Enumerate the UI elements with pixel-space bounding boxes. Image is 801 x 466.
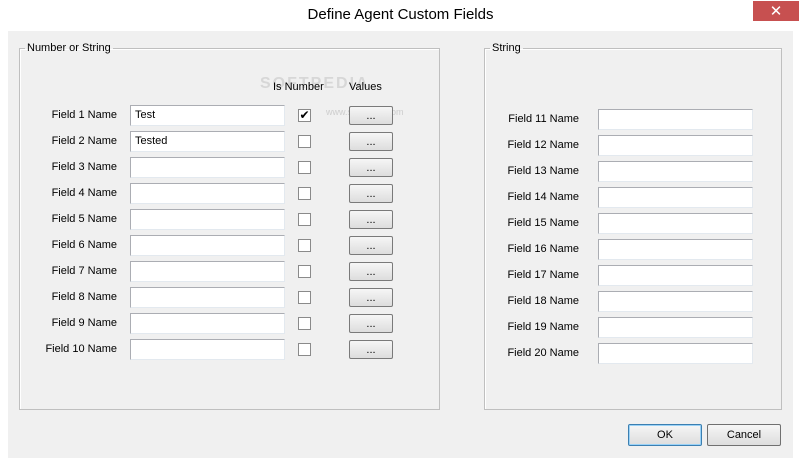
field-1-is-number-checkbox[interactable]: ✔: [298, 109, 311, 122]
field-17-name-input[interactable]: [598, 265, 753, 286]
field-9-is-number-checkbox[interactable]: [298, 317, 311, 330]
field-8-name-input[interactable]: [130, 287, 285, 308]
field-5-label: Field 5 Name: [51, 213, 117, 225]
field-7-label: Field 7 Name: [51, 265, 117, 277]
field-10-name-input[interactable]: [130, 339, 285, 360]
cancel-button-label: Cancel: [726, 429, 762, 441]
string-legend: String: [492, 42, 521, 54]
cancel-button[interactable]: Cancel: [707, 424, 781, 446]
field-19-label: Field 19 Name: [507, 321, 579, 333]
field-9-label: Field 9 Name: [51, 317, 117, 329]
field-7-name-input[interactable]: [130, 261, 285, 282]
field-6-values-button[interactable]: ...: [349, 236, 393, 255]
values-column-header: Values: [349, 81, 382, 93]
field-3-label: Field 3 Name: [51, 161, 117, 173]
field-12-label: Field 12 Name: [507, 139, 579, 151]
field-11-name-input[interactable]: [598, 109, 753, 130]
field-2-values-button[interactable]: ...: [349, 132, 393, 151]
field-2-label: Field 2 Name: [51, 135, 117, 147]
field-14-label: Field 14 Name: [507, 191, 579, 203]
field-8-label: Field 8 Name: [51, 291, 117, 303]
field-10-is-number-checkbox[interactable]: [298, 343, 311, 356]
field-5-name-input[interactable]: [130, 209, 285, 230]
dialog-body: Number or String String SOFTPEDIA www.so…: [8, 31, 793, 458]
field-1-label: Field 1 Name: [51, 109, 117, 121]
field-16-label: Field 16 Name: [507, 243, 579, 255]
field-4-values-button[interactable]: ...: [349, 184, 393, 203]
ok-button-label: OK: [657, 429, 673, 441]
field-9-name-input[interactable]: [130, 313, 285, 334]
field-13-name-input[interactable]: [598, 161, 753, 182]
is-number-column-header: Is Number: [273, 81, 324, 93]
field-10-label: Field 10 Name: [45, 343, 117, 355]
field-18-label: Field 18 Name: [507, 295, 579, 307]
field-6-name-input[interactable]: [130, 235, 285, 256]
field-4-is-number-checkbox[interactable]: [298, 187, 311, 200]
field-3-is-number-checkbox[interactable]: [298, 161, 311, 174]
field-9-values-button[interactable]: ...: [349, 314, 393, 333]
field-1-values-button[interactable]: ...: [349, 106, 393, 125]
field-20-name-input[interactable]: [598, 343, 753, 364]
field-18-name-input[interactable]: [598, 291, 753, 312]
field-10-values-button[interactable]: ...: [349, 340, 393, 359]
values-button-label: ...: [366, 135, 376, 148]
field-14-name-input[interactable]: [598, 187, 753, 208]
field-15-label: Field 15 Name: [507, 217, 579, 229]
field-3-values-button[interactable]: ...: [349, 158, 393, 177]
field-20-label: Field 20 Name: [507, 347, 579, 359]
field-7-is-number-checkbox[interactable]: [298, 265, 311, 278]
field-4-label: Field 4 Name: [51, 187, 117, 199]
field-6-is-number-checkbox[interactable]: [298, 239, 311, 252]
field-19-name-input[interactable]: [598, 317, 753, 338]
values-button-label: ...: [366, 161, 376, 174]
field-8-is-number-checkbox[interactable]: [298, 291, 311, 304]
field-5-is-number-checkbox[interactable]: [298, 213, 311, 226]
title-bar[interactable]: Define Agent Custom Fields ✕: [0, 0, 801, 31]
values-button-label: ...: [366, 213, 376, 226]
values-button-label: ...: [366, 265, 376, 278]
window-title: Define Agent Custom Fields: [307, 6, 494, 23]
field-1-name-input[interactable]: Test: [130, 105, 285, 126]
field-17-label: Field 17 Name: [507, 269, 579, 281]
field-15-name-input[interactable]: [598, 213, 753, 234]
close-button[interactable]: ✕: [753, 1, 799, 21]
field-16-name-input[interactable]: [598, 239, 753, 260]
number-or-string-legend: Number or String: [27, 42, 111, 54]
field-13-label: Field 13 Name: [507, 165, 579, 177]
checkmark-icon: ✔: [299, 108, 310, 122]
dialog-window: Define Agent Custom Fields ✕ Number or S…: [0, 0, 801, 466]
field-2-name-input[interactable]: Tested: [130, 131, 285, 152]
values-button-label: ...: [366, 317, 376, 330]
values-button-label: ...: [366, 343, 376, 356]
field-12-name-input[interactable]: [598, 135, 753, 156]
field-4-name-input[interactable]: [130, 183, 285, 204]
field-6-label: Field 6 Name: [51, 239, 117, 251]
values-button-label: ...: [366, 239, 376, 252]
field-8-values-button[interactable]: ...: [349, 288, 393, 307]
close-icon: ✕: [769, 3, 783, 20]
values-button-label: ...: [366, 291, 376, 304]
field-3-name-input[interactable]: [130, 157, 285, 178]
values-button-label: ...: [366, 109, 376, 122]
field-7-values-button[interactable]: ...: [349, 262, 393, 281]
field-2-is-number-checkbox[interactable]: [298, 135, 311, 148]
ok-button[interactable]: OK: [628, 424, 702, 446]
values-button-label: ...: [366, 187, 376, 200]
field-11-label: Field 11 Name: [508, 113, 579, 125]
field-5-values-button[interactable]: ...: [349, 210, 393, 229]
